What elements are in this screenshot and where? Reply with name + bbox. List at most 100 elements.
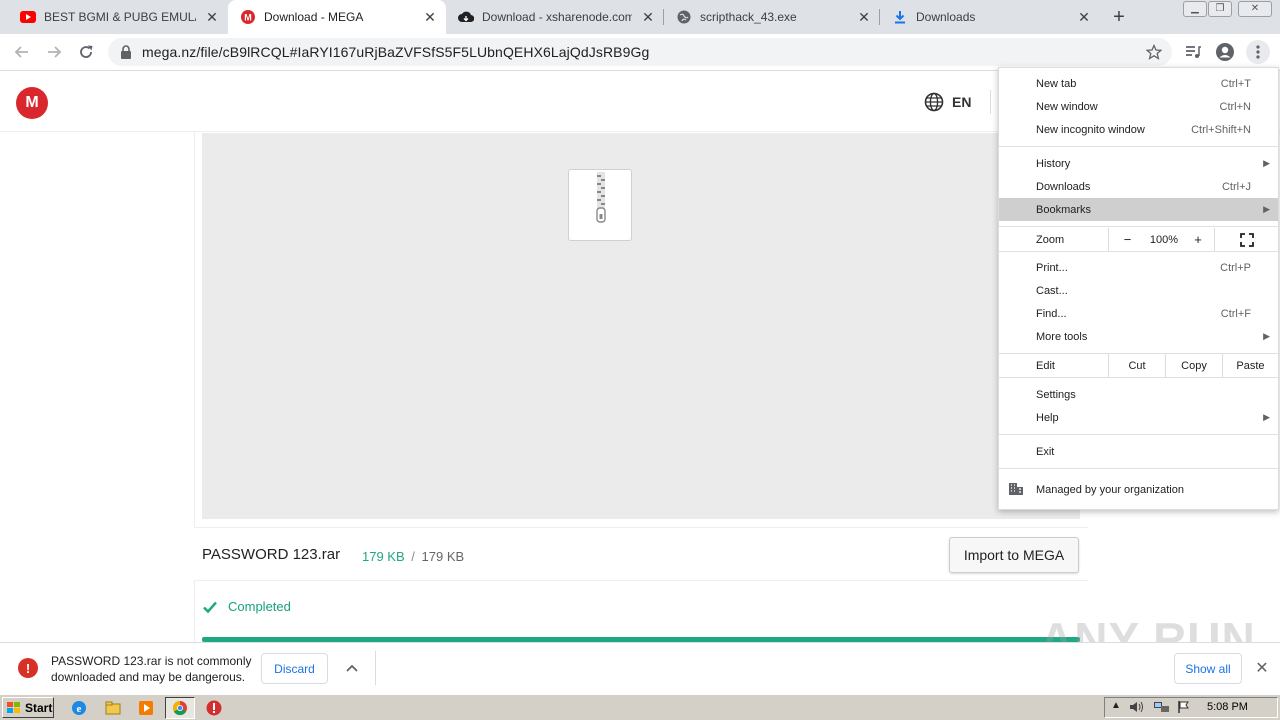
menu-item-new-incognito-window[interactable]: New incognito window Ctrl+Shift+N <box>999 118 1278 141</box>
cloud-download-icon <box>458 9 474 25</box>
windows-logo-icon <box>7 701 20 713</box>
menu-item-print[interactable]: Print... Ctrl+P <box>999 256 1278 279</box>
chrome-menu-button[interactable] <box>1246 40 1270 64</box>
bookmark-star-button[interactable] <box>1142 40 1166 64</box>
reload-button[interactable] <box>74 40 98 64</box>
fullscreen-button[interactable] <box>1214 228 1278 251</box>
tab-mega[interactable]: M Download - MEGA ✕ <box>228 0 446 34</box>
chrome-taskbar-button[interactable] <box>165 697 195 719</box>
tray-expand-icon[interactable]: ▲ <box>1111 700 1121 711</box>
volume-icon[interactable] <box>1129 700 1145 717</box>
svg-text:e: e <box>77 703 82 715</box>
menu-item-help[interactable]: Help ▶ <box>999 406 1278 429</box>
arrow-right-icon <box>48 46 62 58</box>
tab-title: Download - MEGA <box>264 10 364 24</box>
file-explorer-icon[interactable] <box>104 699 122 717</box>
menu-label: Print... <box>1036 261 1068 274</box>
chrome-main-menu: New tab Ctrl+T New window Ctrl+N New inc… <box>998 67 1279 510</box>
tab-title: Downloads <box>916 10 976 24</box>
tab-youtube[interactable]: BEST BGMI & PUBG EMULATOR F ✕ <box>8 0 228 34</box>
menu-item-exit[interactable]: Exit <box>999 440 1278 463</box>
mega-logo[interactable]: M <box>16 87 48 119</box>
new-tab-button[interactable]: + <box>1108 6 1130 28</box>
zoom-out-button[interactable]: − <box>1108 228 1146 251</box>
tab-close-icon[interactable]: ✕ <box>856 9 872 25</box>
media-player-icon[interactable] <box>137 699 155 717</box>
address-bar[interactable]: mega.nz/file/cB9lRCQL#IaRYI167uRjBaZVFSf… <box>108 38 1172 66</box>
copy-button[interactable]: Copy <box>1165 354 1222 377</box>
menu-label: History <box>1036 157 1071 170</box>
tab-title: BEST BGMI & PUBG EMULATOR F <box>44 10 196 24</box>
menu-shortcut: Ctrl+Shift+N <box>1191 123 1251 136</box>
playlist-icon <box>1186 46 1201 58</box>
size-separator: / <box>411 549 415 564</box>
download-warning-text: PASSWORD 123.rar is not commonly downloa… <box>51 654 252 684</box>
language-selector[interactable]: EN <box>924 92 971 112</box>
tab-close-icon[interactable]: ✕ <box>1076 9 1092 25</box>
profile-button[interactable] <box>1213 40 1237 64</box>
cut-button[interactable]: Cut <box>1108 354 1165 377</box>
menu-item-bookmarks[interactable]: Bookmarks ▶ <box>999 198 1278 221</box>
menu-item-settings[interactable]: Settings <box>999 383 1278 406</box>
status-text: Completed <box>228 599 291 614</box>
menu-row-edit: Edit Cut Copy Paste <box>999 354 1278 377</box>
menu-item-find[interactable]: Find... Ctrl+F <box>999 302 1278 325</box>
tab-close-icon[interactable]: ✕ <box>422 9 438 25</box>
download-arrow-icon <box>892 9 908 25</box>
arrow-left-icon <box>14 46 28 58</box>
globe-icon <box>676 9 692 25</box>
tab-close-icon[interactable]: ✕ <box>204 9 220 25</box>
tab-xsharenode[interactable]: Download - xsharenode.com ✕ <box>446 0 664 34</box>
file-preview-area <box>202 133 1080 519</box>
menu-item-cast[interactable]: Cast... <box>999 279 1278 302</box>
close-window-button[interactable]: ✕ <box>1238 1 1272 17</box>
tab-strip: BEST BGMI & PUBG EMULATOR F ✕ M Download… <box>0 0 1280 34</box>
restore-button[interactable]: ❐ <box>1208 1 1232 17</box>
network-icon[interactable] <box>1153 700 1171 717</box>
menu-label: Zoom <box>1036 233 1065 246</box>
tab-title: scripthack_43.exe <box>700 10 797 24</box>
zoom-in-button[interactable]: + <box>1182 228 1214 251</box>
file-info-row: PASSWORD 123.rar 179 KB / 179 KB Import … <box>194 527 1088 581</box>
forward-button[interactable] <box>42 40 66 64</box>
menu-shortcut: Ctrl+P <box>1220 261 1251 274</box>
flag-icon[interactable] <box>1177 700 1191 717</box>
tab-downloads[interactable]: Downloads ✕ <box>880 0 1100 34</box>
stop-sign-icon[interactable] <box>205 699 223 717</box>
menu-label: New incognito window <box>1036 123 1145 136</box>
internet-explorer-icon[interactable]: e <box>70 699 88 717</box>
import-to-mega-button[interactable]: Import to MEGA <box>949 537 1079 573</box>
menu-shortcut: Ctrl+F <box>1220 307 1251 320</box>
paste-button[interactable]: Paste <box>1222 354 1278 377</box>
menu-item-new-window[interactable]: New window Ctrl+N <box>999 95 1278 118</box>
language-label: EN <box>952 94 972 110</box>
minimize-button[interactable]: ▁ <box>1183 1 1207 17</box>
mega-icon: M <box>240 9 256 25</box>
menu-label: Help <box>1036 411 1059 424</box>
menu-label: Bookmarks <box>1036 203 1092 216</box>
menu-label: Edit <box>1036 359 1055 372</box>
globe-icon <box>924 92 944 112</box>
chevron-up-icon[interactable] <box>342 658 362 678</box>
start-button[interactable]: Start <box>2 697 54 718</box>
tab-scripthack[interactable]: scripthack_43.exe ✕ <box>664 0 880 34</box>
menu-label: Settings <box>1036 388 1076 401</box>
menu-item-more-tools[interactable]: More tools ▶ <box>999 325 1278 348</box>
tab-close-icon[interactable]: ✕ <box>640 9 656 25</box>
close-icon[interactable]: ✕ <box>1252 658 1272 678</box>
media-controls-button[interactable] <box>1181 40 1205 64</box>
menu-shortcut: Ctrl+J <box>1221 180 1251 193</box>
archive-file-icon <box>568 169 632 241</box>
menu-item-downloads[interactable]: Downloads Ctrl+J <box>999 175 1278 198</box>
menu-item-new-tab[interactable]: New tab Ctrl+T <box>999 72 1278 95</box>
menu-shortcut: Ctrl+T <box>1220 77 1251 90</box>
discard-button[interactable]: Discard <box>261 653 328 684</box>
show-all-button[interactable]: Show all <box>1174 653 1242 684</box>
menu-item-managed[interactable]: Managed by your organization <box>999 478 1278 501</box>
menu-item-history[interactable]: History ▶ <box>999 152 1278 175</box>
youtube-icon <box>20 9 36 25</box>
zoom-level: 100% <box>1149 233 1179 246</box>
file-name: PASSWORD 123.rar <box>202 546 341 563</box>
back-button[interactable] <box>10 40 34 64</box>
total-size: 179 KB <box>421 549 465 564</box>
